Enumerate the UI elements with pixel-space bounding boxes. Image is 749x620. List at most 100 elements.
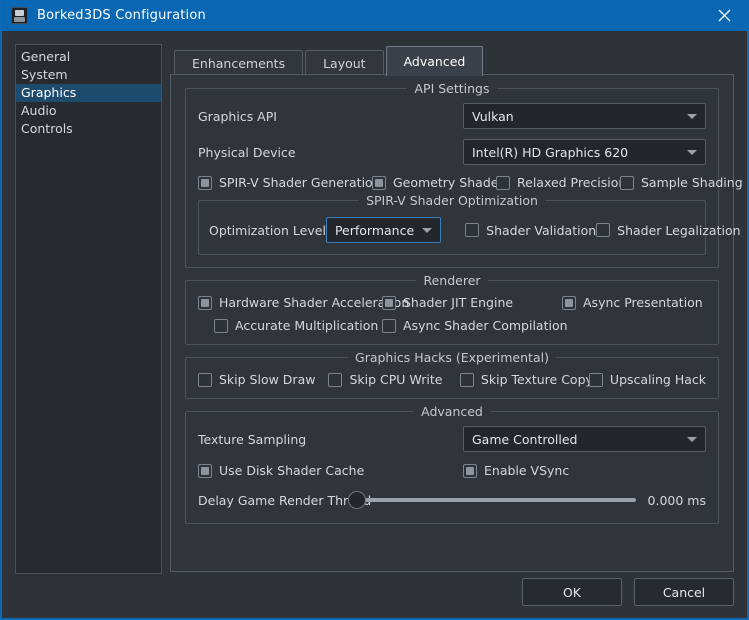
texture-sampling-dropdown[interactable]: Game Controlled xyxy=(463,426,706,452)
row-physical-device: Physical Device Intel(R) HD Graphics 620 xyxy=(198,139,706,165)
optimization-level-dropdown[interactable]: Performance xyxy=(325,217,442,243)
cancel-button[interactable]: Cancel xyxy=(634,578,734,606)
checkbox-async-shader-compilation[interactable]: Async Shader Compilation xyxy=(382,318,568,333)
checkbox-box xyxy=(588,372,603,387)
window-content: General System Graphics Audio Controls E… xyxy=(2,31,747,618)
checkbox-box xyxy=(382,295,396,310)
graphics-api-dropdown[interactable]: Vulkan xyxy=(463,103,706,129)
checkbox-label: Enable VSync xyxy=(484,463,570,478)
close-icon[interactable] xyxy=(701,0,747,31)
tab-enhancements[interactable]: Enhancements xyxy=(174,50,304,76)
graphics-api-value: Vulkan xyxy=(472,108,514,124)
window-title: Borked3DS Configuration xyxy=(37,8,206,23)
checkbox-label: Shader Validation xyxy=(486,222,597,238)
delay-render-thread-value: 0.000 ms xyxy=(647,492,706,508)
checkbox-label: Async Presentation xyxy=(583,295,703,310)
group-spirv-shader-optimization: SPIR-V Shader Optimization Optimization … xyxy=(198,193,741,255)
texture-sampling-value: Game Controlled xyxy=(472,431,578,447)
slider-handle[interactable] xyxy=(348,491,366,509)
chevron-down-icon xyxy=(687,113,697,119)
optimization-level-label: Optimization Level xyxy=(209,222,326,238)
checkbox-box xyxy=(465,223,480,237)
sidebar-item-controls[interactable]: Controls xyxy=(16,120,161,138)
checkbox-label: Hardware Shader Acceleration xyxy=(219,295,410,310)
checkbox-skip-texture-copy[interactable]: Skip Texture Copy xyxy=(459,372,593,387)
physical-device-dropdown[interactable]: Intel(R) HD Graphics 620 xyxy=(463,139,706,165)
group-renderer: Renderer Hardware Shader Acceleration Sh… xyxy=(185,273,719,345)
tab-layout[interactable]: Layout xyxy=(305,50,384,76)
row-renderer-2: Accurate Multiplication Async Shader Com… xyxy=(198,318,706,333)
checkbox-box xyxy=(562,295,576,310)
chevron-down-icon xyxy=(687,436,697,442)
chevron-down-icon xyxy=(422,227,433,233)
checkbox-sample-shading[interactable]: Sample Shading xyxy=(620,175,743,190)
checkbox-accurate-multiplication[interactable]: Accurate Multiplication xyxy=(214,318,382,333)
row-graphics-hacks: Skip Slow Draw Skip CPU Write Skip Textu… xyxy=(198,372,706,387)
checkbox-skip-slow-draw[interactable]: Skip Slow Draw xyxy=(198,372,328,387)
row-graphics-api: Graphics API Vulkan xyxy=(198,103,706,129)
close-x-glyph xyxy=(718,9,730,22)
checkbox-label: Relaxed Precision xyxy=(517,175,627,190)
checkbox-relaxed-precision[interactable]: Relaxed Precision xyxy=(496,175,626,190)
checkbox-label: SPIR-V Shader Generatio xyxy=(219,175,373,190)
checkbox-skip-cpu-write[interactable]: Skip CPU Write xyxy=(328,372,459,387)
checkbox-spirv-shader-generation[interactable]: SPIR-V Shader Generatio xyxy=(198,175,373,190)
sidebar-list[interactable]: General System Graphics Audio Controls xyxy=(15,44,162,574)
checkbox-box xyxy=(459,372,474,387)
checkbox-box xyxy=(496,175,510,190)
tab-strip: Enhancements Layout Advanced xyxy=(170,44,734,76)
checkbox-box xyxy=(382,318,396,333)
row-api-checkboxes: SPIR-V Shader Generatio Geometry Shader … xyxy=(198,175,743,190)
checkbox-label: Skip CPU Write xyxy=(349,372,443,387)
sidebar-item-system[interactable]: System xyxy=(16,66,161,84)
checkbox-label: Use Disk Shader Cache xyxy=(219,463,365,478)
checkbox-shader-jit-engine[interactable]: Shader JIT Engine xyxy=(382,295,562,310)
checkbox-async-presentation[interactable]: Async Presentation xyxy=(562,295,703,310)
chevron-down-icon xyxy=(687,149,697,155)
graphics-api-label: Graphics API xyxy=(198,108,277,124)
checkbox-upscaling-hack[interactable]: Upscaling Hack xyxy=(588,372,706,387)
checkbox-box xyxy=(214,318,228,333)
checkbox-box xyxy=(620,175,634,190)
group-legend: SPIR-V Shader Optimization xyxy=(199,193,705,208)
row-texture-sampling: Texture Sampling Game Controlled xyxy=(198,426,706,452)
checkbox-enable-vsync[interactable]: Enable VSync xyxy=(463,463,569,478)
checkbox-label: Shader JIT Engine xyxy=(403,295,514,310)
checkbox-box xyxy=(198,175,212,190)
app-icon xyxy=(11,7,28,24)
checkbox-shader-validation[interactable]: Shader Validation xyxy=(465,223,596,238)
checkbox-use-disk-shader-cache[interactable]: Use Disk Shader Cache xyxy=(198,463,463,478)
checkbox-label: Shader Legalization xyxy=(617,222,741,238)
checkbox-box xyxy=(198,372,212,387)
tab-advanced[interactable]: Advanced xyxy=(385,46,484,76)
checkbox-hardware-shader-acceleration[interactable]: Hardware Shader Acceleration xyxy=(198,295,409,310)
checkbox-geometry-shader[interactable]: Geometry Shader xyxy=(372,175,504,190)
delay-render-thread-label: Delay Game Render Thread xyxy=(198,492,372,508)
checkbox-label: Skip Texture Copy xyxy=(480,372,593,387)
row-renderer-1: Hardware Shader Acceleration Shader JIT … xyxy=(198,295,706,310)
checkbox-box xyxy=(596,223,611,237)
dialog-buttons: OK Cancel xyxy=(522,578,734,606)
physical-device-label: Physical Device xyxy=(198,144,296,160)
group-legend: Renderer xyxy=(186,273,718,288)
sidebar-item-general[interactable]: General xyxy=(16,48,161,66)
checkbox-box xyxy=(328,372,343,387)
delay-render-thread-slider[interactable] xyxy=(348,491,636,509)
physical-device-value: Intel(R) HD Graphics 620 xyxy=(472,144,629,160)
checkbox-shader-legalization[interactable]: Shader Legalization xyxy=(596,222,741,238)
row-advanced-checkboxes: Use Disk Shader Cache Enable VSync xyxy=(198,463,706,478)
checkbox-label: Async Shader Compilation xyxy=(403,318,568,333)
sidebar-item-graphics[interactable]: Graphics xyxy=(16,84,161,102)
checkbox-label: Accurate Multiplication xyxy=(235,318,379,333)
checkbox-box xyxy=(198,463,212,478)
tab-area: Enhancements Layout Advanced API Setting… xyxy=(170,44,743,573)
group-graphics-hacks: Graphics Hacks (Experimental) Skip Slow … xyxy=(185,350,719,399)
config-window: Borked3DS Configuration General System G… xyxy=(0,0,749,620)
group-legend: Advanced xyxy=(186,404,718,419)
optimization-level-value: Performance xyxy=(334,222,415,238)
group-advanced: Advanced Texture Sampling Game Controlle… xyxy=(185,404,719,524)
group-legend: Graphics Hacks (Experimental) xyxy=(186,350,718,365)
sidebar-item-audio[interactable]: Audio xyxy=(16,102,161,120)
checkbox-label: Geometry Shader xyxy=(393,175,504,190)
ok-button[interactable]: OK xyxy=(522,578,622,606)
